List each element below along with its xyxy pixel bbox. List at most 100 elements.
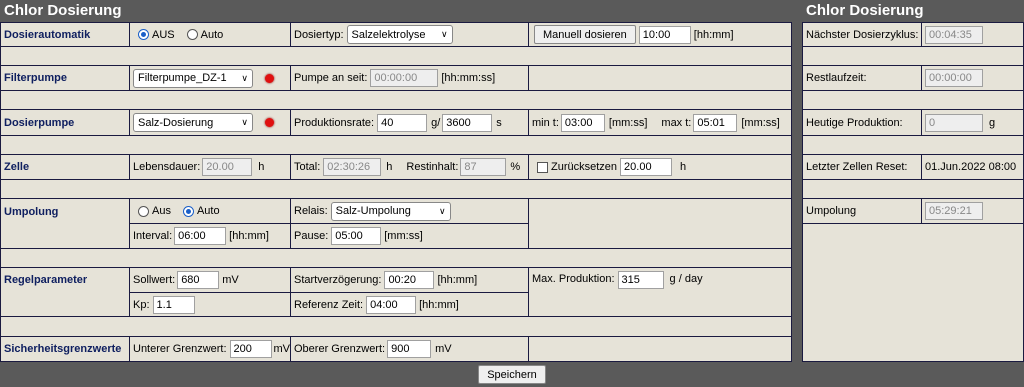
radio-aus-label: AUS	[152, 28, 175, 41]
radio-auto[interactable]	[186, 29, 198, 40]
max-produktion-label: Max. Produktion:	[532, 273, 615, 285]
relais-value: Salz-Umpolung	[335, 205, 411, 217]
zuruecksetzen-checkbox[interactable]	[537, 161, 548, 173]
regelparameter-label-cell: Regelparameter	[0, 267, 130, 317]
restlauf-label-cell: Restlaufzeit:	[802, 65, 922, 91]
restlauf-field: 00:00:00	[925, 69, 983, 87]
naechster-label: Nächster Dosierzyklus:	[806, 28, 919, 41]
produktionsrate-sep: g/	[431, 116, 441, 129]
umpolung-status-label-cell: Umpolung	[802, 198, 922, 224]
total-field: 02:30:26	[323, 158, 382, 176]
max-produktion-input[interactable]: 315	[617, 271, 664, 289]
naechster-field: 00:04:35	[925, 25, 983, 44]
manuell-dosieren-button[interactable]: Manuell dosieren	[534, 25, 636, 44]
dosiertyp-label: Dosiertyp:	[294, 28, 344, 41]
max-t-input[interactable]: 05:01	[693, 113, 738, 132]
manuell-time-input[interactable]: 10:00	[638, 25, 691, 44]
pause-input[interactable]: 05:00	[331, 227, 382, 245]
unterer-grenzwert-cell: Unterer Grenzwert: 200 mV	[129, 336, 291, 362]
filterpumpe-label-cell: Filterpumpe	[0, 65, 130, 91]
lebensdauer-field: 20.00	[202, 158, 253, 176]
pumpe-an-unit: [hh:mm:ss]	[441, 72, 496, 84]
dosierautomatik-label: Dosierautomatik	[4, 28, 91, 41]
produktionsrate-time-input[interactable]: 3600	[442, 113, 493, 132]
pause-unit: [mm:ss]	[384, 230, 423, 242]
bottom-bar: Speichern	[0, 362, 1024, 387]
spacer-row	[802, 46, 1024, 66]
kp-input[interactable]: 1.1	[152, 295, 195, 314]
startverzoegerung-label: Startverzögerung:	[294, 274, 382, 286]
unterer-grenzwert-input[interactable]: 200	[229, 340, 272, 358]
lebensdauer-label: Lebensdauer:	[133, 161, 201, 173]
pause-label: Pause:	[294, 230, 329, 242]
dosierpumpe-label: Dosierpumpe	[4, 116, 75, 129]
startverzoegerung-input[interactable]: 00:20	[384, 271, 435, 289]
unterer-grenzwert-unit: mV	[273, 343, 291, 355]
radio-umpolung-aus-label: Aus	[152, 205, 171, 217]
oberer-grenzwert-cell: Oberer Grenzwert: 900 mV	[290, 336, 529, 362]
pumpe-an-field: 00:00:00	[370, 69, 439, 87]
umpolung-status-label: Umpolung	[806, 205, 857, 217]
chevron-down-icon: ∨	[241, 117, 248, 127]
restlauf-label: Restlaufzeit:	[806, 72, 867, 84]
heutige-unit: g	[989, 116, 996, 129]
min-max-cell: min t: 03:00 [mm:ss] max t: 05:01 [mm:ss…	[528, 109, 792, 136]
total-label: Total:	[294, 161, 321, 173]
zelle-label-cell: Zelle	[0, 154, 130, 180]
radio-umpolung-auto[interactable]	[182, 205, 194, 217]
spacer-row	[802, 135, 1024, 155]
zuruecksetzen-label: Zurücksetzen	[551, 161, 618, 173]
speichern-button[interactable]: Speichern	[478, 365, 546, 384]
referenz-zeit-input[interactable]: 04:00	[366, 295, 417, 314]
spacer-row	[802, 90, 1024, 110]
min-t-label: min t:	[532, 116, 559, 129]
reset-label-cell: Letzter Zellen Reset:	[802, 154, 922, 180]
relais-label: Relais:	[294, 205, 328, 217]
dosiertyp-select[interactable]: Salzelektrolyse ∨	[346, 25, 453, 44]
spacer-row	[0, 135, 792, 155]
kp-label: Kp:	[133, 298, 150, 311]
heutige-field: 0	[925, 113, 983, 132]
heutige-label-cell: Heutige Produktion:	[802, 109, 922, 136]
produktionsrate-input[interactable]: 40	[377, 113, 428, 132]
radio-umpolung-aus[interactable]	[138, 205, 149, 217]
relais-select[interactable]: Salz-Umpolung ∨	[330, 201, 451, 221]
zuruecksetzen-input[interactable]: 20.00	[620, 158, 673, 176]
startverzoegerung-cell: Startverzögerung: 00:20 [hh:mm]	[290, 267, 529, 293]
manuell-time-unit: [hh:mm]	[693, 28, 734, 41]
interval-input[interactable]: 06:00	[174, 227, 227, 245]
interval-cell: Interval: 06:00 [hh:mm]	[129, 223, 291, 249]
sollwert-input[interactable]: 680	[177, 271, 220, 289]
pumpe-an-cell: Pumpe an seit: 00:00:00 [hh:mm:ss]	[290, 65, 529, 91]
filterpumpe-select[interactable]: Filterpumpe_DZ-1 ∨	[133, 68, 253, 88]
min-t-input[interactable]: 03:00	[560, 113, 605, 132]
filterpumpe-label: Filterpumpe	[4, 72, 67, 84]
letzter-reset-value: 01.Jun.2022 08:00	[925, 161, 1017, 173]
heutige-label: Heutige Produktion:	[806, 116, 903, 129]
manuell-cell: Manuell dosieren 10:00 [hh:mm]	[528, 22, 792, 47]
radio-auto-label: Auto	[200, 28, 224, 41]
dosiertyp-cell: Dosiertyp: Salzelektrolyse ∨	[290, 22, 529, 47]
zelle-label: Zelle	[4, 161, 30, 173]
referenz-zeit-label: Referenz Zeit:	[294, 298, 364, 311]
oberer-grenzwert-label: Oberer Grenzwert:	[294, 343, 386, 355]
oberer-grenzwert-input[interactable]: 900	[387, 340, 432, 358]
empty-cell	[528, 65, 792, 91]
pause-cell: Pause: 05:00 [mm:ss]	[290, 223, 529, 249]
radio-aus[interactable]	[138, 29, 149, 40]
zuruecksetzen-cell: Zurücksetzen 20.00 h	[528, 154, 792, 180]
naechster-label-cell: Nächster Dosierzyklus:	[802, 22, 922, 47]
restinhalt-field: 87	[460, 158, 507, 176]
right-panel-title: Chlor Dosierung	[802, 0, 1024, 22]
zuruecksetzen-unit: h	[680, 161, 687, 173]
right-empty-area	[802, 223, 1024, 362]
lebensdauer-cell: Lebensdauer: 20.00 h	[129, 154, 291, 180]
umpolung-status-field: 05:29:21	[925, 202, 983, 220]
spacer-row	[802, 179, 1024, 199]
chevron-down-icon: ∨	[241, 72, 248, 83]
total-unit: h	[386, 161, 393, 173]
dosierpumpe-select[interactable]: Salz-Dosierung ∨	[133, 113, 253, 132]
left-panel-title: Chlor Dosierung	[0, 0, 792, 22]
chevron-down-icon: ∨	[440, 29, 448, 39]
produktionsrate-cell: Produktionsrate: 40 g/ 3600 s	[290, 109, 529, 136]
